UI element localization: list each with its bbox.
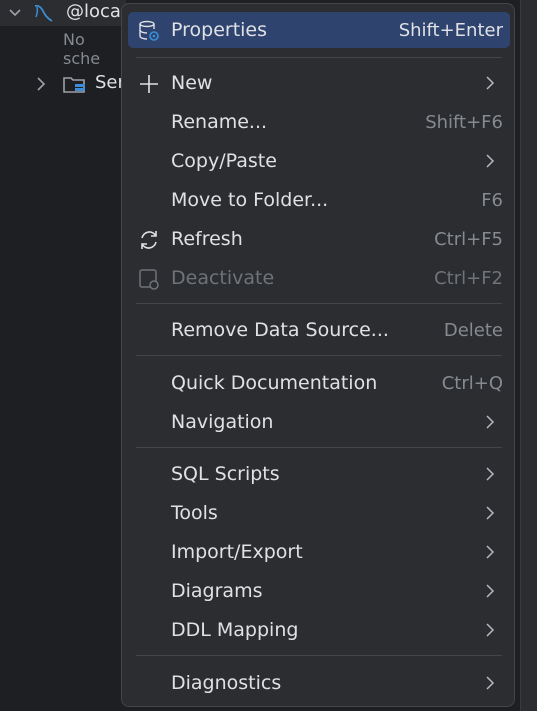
menu-item-remove-data-source[interactable]: Remove Data Source... Delete [128, 312, 510, 348]
menu-item-label: Navigation [171, 411, 274, 433]
menu-item-label: Remove Data Source... [171, 319, 389, 341]
chevron-down-icon[interactable] [9, 8, 21, 18]
menu-item-shortcut: Shift+F6 [425, 111, 503, 133]
database-properties-icon [139, 20, 159, 41]
menu-item-import-export[interactable]: Import/Export [128, 534, 510, 570]
menu-separator [136, 57, 502, 58]
right-panel-edge [520, 0, 537, 711]
menu-item-sql-scripts[interactable]: SQL Scripts [128, 456, 510, 492]
menu-separator [136, 655, 502, 656]
menu-item-label: Diagnostics [171, 672, 282, 694]
menu-item-shortcut: F6 [481, 189, 503, 211]
submenu-arrow-icon [486, 154, 495, 168]
submenu-arrow-icon [486, 415, 495, 429]
menu-item-shortcut: Ctrl+F5 [434, 228, 503, 250]
menu-item-label: Rename... [171, 111, 268, 133]
menu-item-label: Tools [171, 502, 218, 524]
menu-item-tools[interactable]: Tools [128, 495, 510, 531]
menu-item-copy-paste[interactable]: Copy/Paste [128, 143, 510, 179]
menu-item-navigation[interactable]: Navigation [128, 404, 510, 440]
datasource-label: @loca [66, 1, 121, 22]
menu-item-label: Diagrams [171, 580, 263, 602]
plus-icon [140, 75, 158, 93]
context-menu: Properties Shift+Enter New Rename... Shi… [121, 3, 515, 707]
no-schemas-label: No sche [63, 30, 101, 68]
submenu-arrow-icon [486, 545, 495, 559]
chevron-right-icon[interactable] [36, 77, 46, 91]
menu-item-diagnostics[interactable]: Diagnostics [128, 665, 510, 701]
menu-item-quick-documentation[interactable]: Quick Documentation Ctrl+Q [128, 365, 510, 401]
menu-item-label: Properties [171, 19, 268, 41]
menu-item-properties[interactable]: Properties Shift+Enter [128, 12, 510, 48]
refresh-icon [141, 231, 157, 249]
folder-icon [63, 77, 85, 93]
deactivate-icon [139, 269, 159, 290]
menu-item-shortcut: Shift+Enter [398, 19, 503, 41]
menu-item-label: SQL Scripts [171, 463, 280, 485]
menu-item-label: Import/Export [171, 541, 303, 563]
menu-item-label: Refresh [171, 228, 243, 250]
menu-item-label: New [171, 72, 213, 94]
menu-item-label: Deactivate [171, 267, 275, 289]
menu-item-shortcut: Ctrl+F2 [434, 267, 503, 289]
menu-item-label: Copy/Paste [171, 150, 277, 172]
tree-row-datasource[interactable]: @loca [0, 0, 126, 26]
mysql-dolphin-icon [34, 4, 53, 22]
menu-item-diagrams[interactable]: Diagrams [128, 573, 510, 609]
submenu-arrow-icon [486, 467, 495, 481]
submenu-arrow-icon [486, 76, 495, 90]
menu-item-move-to-folder[interactable]: Move to Folder... F6 [128, 182, 510, 218]
menu-item-label: DDL Mapping [171, 619, 299, 641]
menu-item-shortcut: Ctrl+Q [441, 372, 503, 394]
menu-item-label: Move to Folder... [171, 189, 329, 211]
menu-item-rename[interactable]: Rename... Shift+F6 [128, 104, 510, 140]
menu-separator [136, 355, 502, 356]
menu-item-shortcut: Delete [443, 319, 503, 341]
submenu-arrow-icon [486, 623, 495, 637]
submenu-arrow-icon [486, 584, 495, 598]
menu-item-new[interactable]: New [128, 65, 510, 101]
menu-separator [136, 447, 502, 448]
menu-item-ddl-mapping[interactable]: DDL Mapping [128, 612, 510, 648]
menu-item-label: Quick Documentation [171, 372, 378, 394]
submenu-arrow-icon [486, 506, 495, 520]
menu-separator [136, 303, 502, 304]
menu-item-deactivate: Deactivate Ctrl+F2 [128, 260, 510, 296]
menu-item-refresh[interactable]: Refresh Ctrl+F5 [128, 221, 510, 257]
submenu-arrow-icon [486, 676, 495, 690]
